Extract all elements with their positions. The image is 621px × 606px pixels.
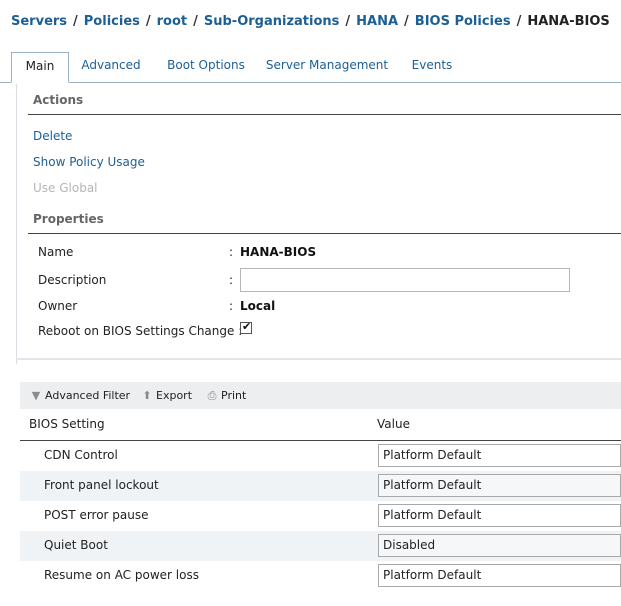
breadcrumb-separator: / xyxy=(145,14,151,29)
export-icon: ⬆ xyxy=(142,389,152,402)
properties-heading: Properties xyxy=(33,212,104,226)
table-row: Front panel lockout Platform Default xyxy=(20,471,621,501)
bios-setting-name: CDN Control xyxy=(44,448,118,462)
reboot-label: Reboot on BIOS Settings Change : xyxy=(38,324,242,338)
breadcrumb-servers[interactable]: Servers xyxy=(11,14,67,29)
breadcrumb-sub-organizations[interactable]: Sub-Organizations xyxy=(204,14,340,29)
panel-border xyxy=(16,84,17,364)
description-label: Description xyxy=(38,273,107,287)
description-field[interactable] xyxy=(240,268,570,292)
show-policy-usage-link[interactable]: Show Policy Usage xyxy=(33,155,145,169)
breadcrumb-bios-policies[interactable]: BIOS Policies xyxy=(415,14,511,29)
breadcrumb-separator: / xyxy=(73,14,78,29)
owner-value: Local xyxy=(240,299,276,313)
breadcrumb-policies[interactable]: Policies xyxy=(84,14,140,29)
name-colon: : xyxy=(229,245,234,259)
tab-bar: Main Advanced Boot Options Server Manage… xyxy=(0,52,621,83)
breadcrumb-current: HANA-BIOS xyxy=(527,14,610,29)
bios-value-dropdown[interactable]: Platform Default xyxy=(378,474,621,497)
tab-server-management[interactable]: Server Management xyxy=(263,52,391,83)
bios-value-dropdown[interactable]: Disabled xyxy=(378,534,621,557)
tab-main[interactable]: Main xyxy=(11,52,69,83)
tab-events[interactable]: Events xyxy=(405,52,459,83)
bios-setting-name: Quiet Boot xyxy=(44,538,108,552)
owner-label: Owner xyxy=(38,299,78,313)
table-row: Resume on AC power loss Platform Default xyxy=(20,561,621,591)
table-row: CDN Control Platform Default xyxy=(20,441,621,471)
bios-value-dropdown[interactable]: Platform Default xyxy=(378,504,621,527)
breadcrumb: Servers / Policies / root / Sub-Organizations /… xyxy=(11,14,610,29)
breadcrumb-root[interactable]: root xyxy=(157,14,188,29)
column-header-bios-setting[interactable]: BIOS Setting xyxy=(29,417,105,431)
bios-setting-name: POST error pause xyxy=(44,508,149,522)
section-divider xyxy=(16,358,621,360)
column-header-value[interactable]: Value xyxy=(377,417,410,431)
delete-link[interactable]: Delete xyxy=(33,129,72,143)
advanced-filter-label: Advanced Filter xyxy=(45,389,131,402)
export-button[interactable]: ⬆ Export xyxy=(140,382,192,409)
breadcrumb-hana[interactable]: HANA xyxy=(356,14,398,29)
properties-divider xyxy=(28,233,621,234)
breadcrumb-separator: / xyxy=(516,14,522,29)
breadcrumb-separator: / xyxy=(404,14,409,29)
reboot-label-text: Reboot on BIOS Settings Change xyxy=(38,324,235,338)
export-label: Export xyxy=(156,389,193,402)
description-colon: : xyxy=(229,273,234,287)
table-toolbar: ▼ Advanced Filter ⬆ Export ⎙ Print xyxy=(20,382,621,409)
use-global-link: Use Global xyxy=(33,181,98,195)
name-label: Name xyxy=(38,245,74,259)
table-row: POST error pause Platform Default xyxy=(20,501,621,531)
printer-icon: ⎙ xyxy=(207,389,217,402)
tab-advanced[interactable]: Advanced xyxy=(76,52,146,83)
owner-colon: : xyxy=(229,299,234,313)
filter-icon: ▼ xyxy=(31,389,41,402)
bios-setting-name: Resume on AC power loss xyxy=(44,568,199,582)
print-label: Print xyxy=(221,389,247,402)
bios-value-dropdown[interactable]: Platform Default xyxy=(378,564,621,587)
actions-divider xyxy=(28,114,621,115)
bios-value-dropdown[interactable]: Platform Default xyxy=(378,444,621,467)
reboot-checkbox[interactable]: ✔ xyxy=(240,320,252,334)
tab-boot-options[interactable]: Boot Options xyxy=(160,52,252,83)
breadcrumb-separator: / xyxy=(345,14,351,29)
checkmark-icon: ✔ xyxy=(242,320,252,333)
breadcrumb-separator: / xyxy=(193,14,198,29)
table-row: Quiet Boot Disabled xyxy=(20,531,621,561)
actions-heading: Actions xyxy=(33,93,84,107)
name-value: HANA-BIOS xyxy=(240,245,317,259)
print-button[interactable]: ⎙ Print xyxy=(205,382,247,409)
bios-setting-name: Front panel lockout xyxy=(44,478,159,492)
advanced-filter-button[interactable]: ▼ Advanced Filter xyxy=(29,382,130,409)
